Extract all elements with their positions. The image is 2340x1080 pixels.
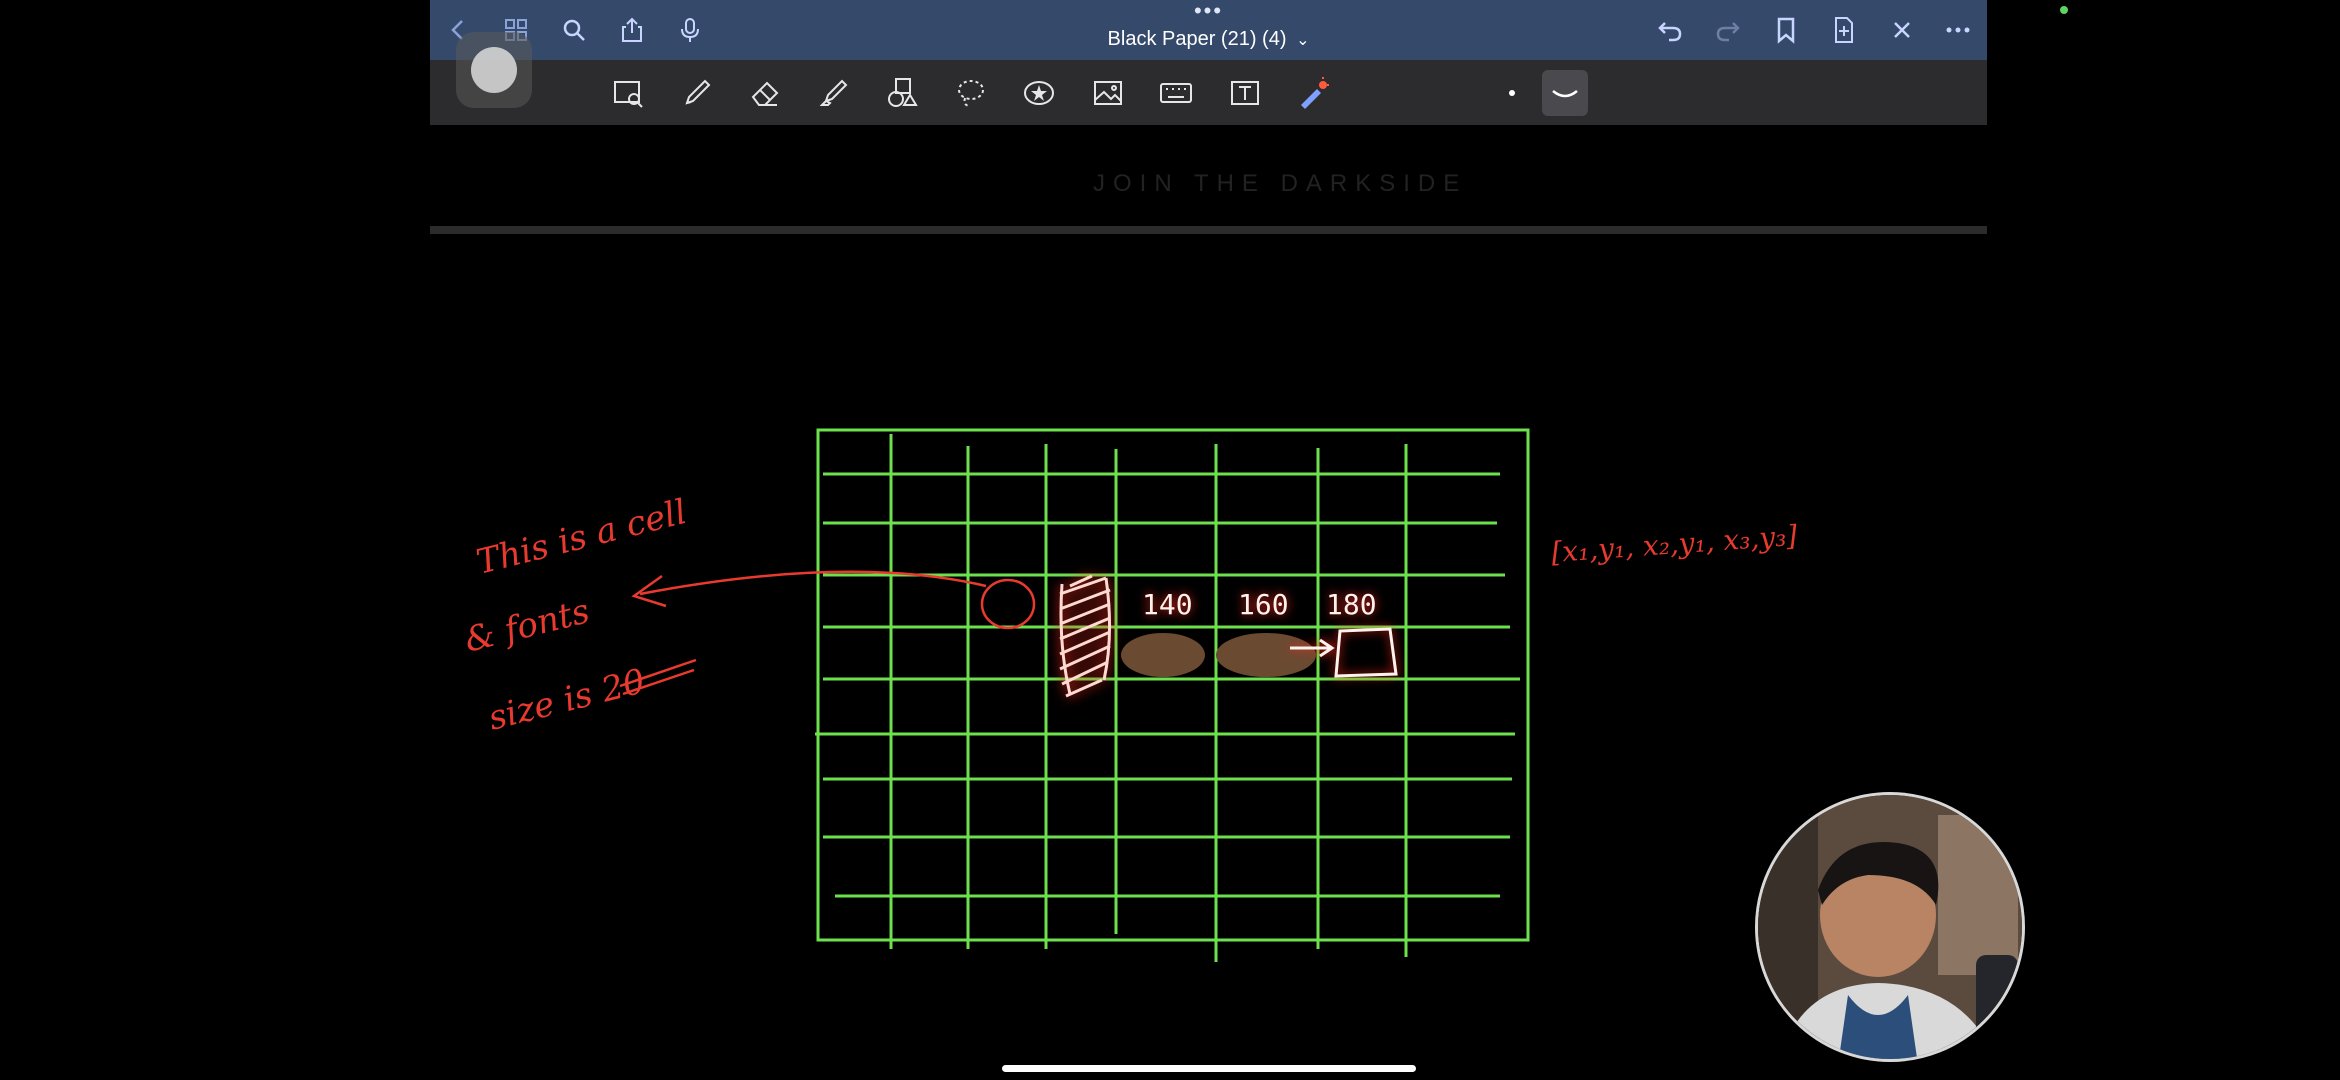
cell-label: 180 bbox=[1326, 588, 1377, 621]
drawing-canvas[interactable]: 140 160 180 This is a cell & fonts size … bbox=[430, 234, 1987, 1054]
assistive-touch-button[interactable] bbox=[456, 32, 532, 108]
note-line: This is a cell bbox=[473, 492, 691, 583]
redo-icon[interactable] bbox=[1706, 8, 1750, 52]
add-page-icon[interactable] bbox=[1822, 8, 1866, 52]
lasso-icon[interactable] bbox=[948, 70, 994, 116]
pen-icon[interactable] bbox=[674, 70, 720, 116]
search-icon[interactable] bbox=[552, 8, 596, 52]
pen-size-dot[interactable] bbox=[1489, 70, 1535, 116]
share-icon[interactable] bbox=[610, 8, 654, 52]
close-icon[interactable] bbox=[1880, 8, 1924, 52]
coordinate-list-note: [x₁,y₁, x₂,y₁, x₃,y₃] bbox=[1550, 519, 1798, 569]
multitask-handle[interactable]: ••• bbox=[430, 0, 1987, 22]
note-line: size is 20 bbox=[485, 661, 649, 738]
title-chevron-icon: ⌄ bbox=[1296, 32, 1310, 49]
text-icon[interactable] bbox=[1222, 70, 1268, 116]
green-grid bbox=[815, 428, 1530, 962]
bookmark-icon[interactable] bbox=[1764, 8, 1808, 52]
shapes-icon[interactable] bbox=[879, 70, 925, 116]
stroke-style-curve[interactable] bbox=[1542, 70, 1588, 116]
grid-cell-fills bbox=[1121, 633, 1316, 677]
more-icon[interactable] bbox=[1936, 8, 1980, 52]
undo-icon[interactable] bbox=[1648, 8, 1692, 52]
cell-labels: 140 160 180 bbox=[1142, 588, 1377, 621]
highlighter-icon[interactable] bbox=[811, 70, 857, 116]
laser-pointer-icon[interactable] bbox=[1290, 70, 1336, 116]
presenter-webcam bbox=[1755, 792, 2025, 1062]
drawing-toolbar bbox=[430, 60, 1987, 125]
page-divider bbox=[430, 226, 1987, 234]
red-annotation bbox=[619, 570, 1036, 696]
cell-label: 160 bbox=[1238, 588, 1289, 621]
keyboard-icon[interactable] bbox=[1153, 70, 1199, 116]
top-nav-bar: ••• Black Paper (21) (4) ⌄ bbox=[430, 0, 1987, 60]
note-line: & fonts bbox=[461, 591, 594, 661]
page-watermark: JOIN THE DARKSIDE bbox=[1093, 170, 1468, 197]
cell-label: 140 bbox=[1142, 588, 1193, 621]
image-zoom-icon[interactable] bbox=[605, 70, 651, 116]
left-handwritten-note: This is a cell & fonts size is 20 bbox=[461, 492, 691, 739]
document-title-text: Black Paper (21) (4) bbox=[1107, 28, 1287, 50]
elements-icon[interactable] bbox=[1016, 70, 1062, 116]
home-indicator[interactable] bbox=[1002, 1065, 1416, 1072]
eraser-icon[interactable] bbox=[742, 70, 788, 116]
mic-icon[interactable] bbox=[668, 8, 712, 52]
image-icon[interactable] bbox=[1085, 70, 1131, 116]
recording-indicator bbox=[2060, 6, 2068, 14]
document-title[interactable]: Black Paper (21) (4) ⌄ bbox=[430, 28, 1987, 51]
